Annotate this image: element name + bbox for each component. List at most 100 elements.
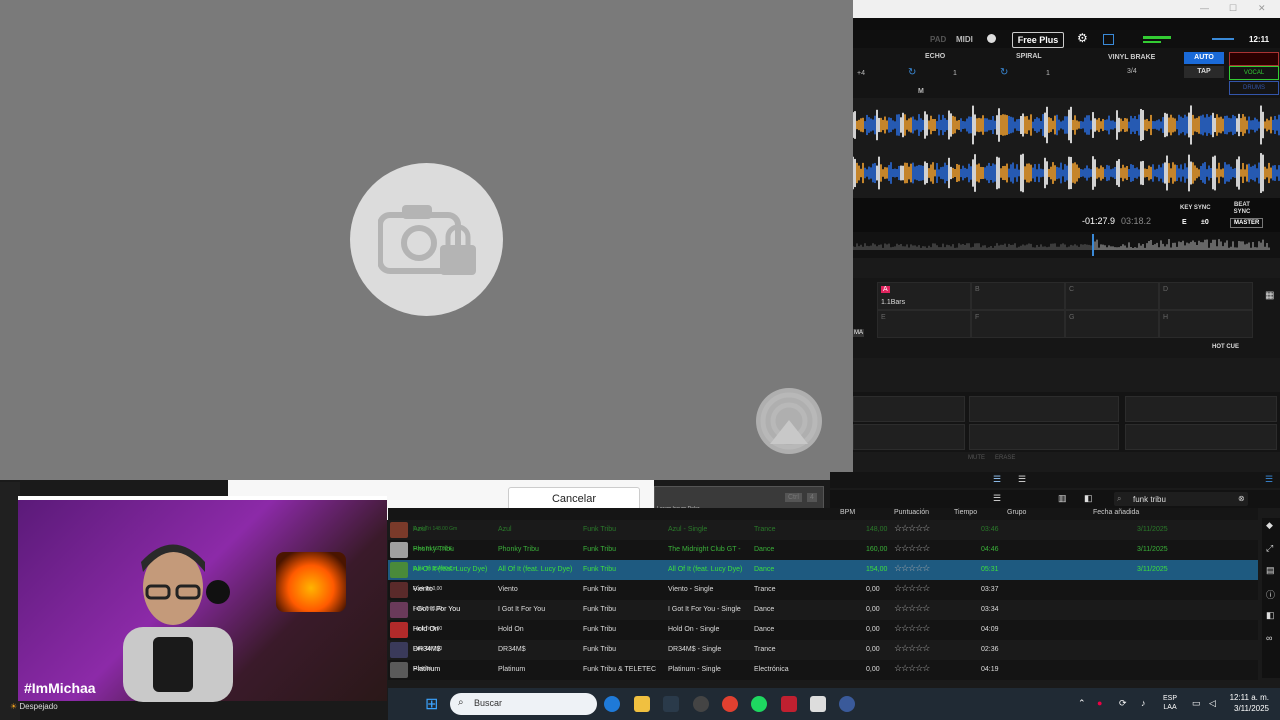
erase-label[interactable]: ERASE (995, 455, 1015, 461)
fx-plus4[interactable]: +4 (857, 70, 865, 77)
hotcue-pad-g[interactable]: G (1065, 310, 1159, 338)
start-icon[interactable]: ⊞ (425, 694, 438, 714)
track-rating[interactable]: ☆☆☆☆☆ (894, 623, 930, 634)
link-icon[interactable]: ∞ (1266, 633, 1272, 643)
hotcue-pad-a[interactable]: A 1.1Bars (877, 282, 971, 310)
vocal-button[interactable]: VOCAL (1229, 66, 1279, 80)
drums-button[interactable]: DRUMS (1229, 81, 1279, 95)
playlist-icon[interactable]: ▤ (1266, 565, 1275, 576)
maximize-icon[interactable]: ☐ (1229, 3, 1237, 14)
record-button[interactable] (1229, 52, 1279, 66)
weather-widget[interactable]: ☀ Despejado (10, 702, 58, 711)
waveform-deck-1[interactable] (853, 102, 1280, 148)
master-button[interactable]: MASTER (1230, 218, 1264, 228)
language-indicator[interactable]: ESP LAA (1163, 694, 1177, 712)
table-row[interactable]: Hold On Funk Tri 0,00 Hold On Funk Tribu Hol… (388, 620, 1258, 640)
col-group[interactable]: Grupo (1007, 509, 1026, 516)
tray-expand-icon[interactable]: ⌃ (1078, 698, 1086, 709)
track-rating[interactable]: ☆☆☆☆☆ (894, 563, 930, 574)
hotcue-pad-c[interactable]: C (1065, 282, 1159, 310)
hotcue-mode-select[interactable]: HOT CUE (1212, 344, 1239, 350)
col-bpm[interactable]: BPM (840, 509, 855, 516)
waveform-deck-2[interactable] (853, 150, 1280, 196)
fx-knob-2-icon[interactable]: ↻ (1000, 67, 1008, 78)
column-view-icon[interactable]: ☰ (993, 493, 1001, 504)
search-input[interactable]: ⌕ funk tribu ⊗ (1114, 492, 1248, 506)
table-row[interactable]: DR34M$ Funk Tri 0,00 DR34M$ Funk Tribu DR34M… (388, 640, 1258, 660)
taskbar-search[interactable]: ⌕ Buscar (450, 693, 597, 715)
fx-echo[interactable]: ECHO (925, 53, 945, 60)
track-rating[interactable]: ☆☆☆☆☆ (894, 603, 930, 614)
close-icon[interactable]: ✕ (1258, 3, 1266, 14)
tag-icon[interactable]: ◆ (1266, 520, 1273, 531)
info-icon[interactable] (987, 34, 996, 43)
spotify-icon[interactable] (751, 696, 767, 712)
grid-icon[interactable]: ▦ (1265, 290, 1274, 301)
minimize-icon[interactable]: — (1200, 3, 1209, 13)
key-sync-label[interactable]: KEY SYNC (1180, 205, 1211, 211)
info-panel-icon[interactable]: ⓘ (1266, 588, 1275, 601)
obs-icon[interactable] (693, 696, 709, 712)
detail-view-icon[interactable]: ☰ (1018, 474, 1026, 485)
pad-mode[interactable]: PAD (930, 35, 946, 44)
panel-icon[interactable]: ◧ (1266, 610, 1275, 621)
col-date-added[interactable]: Fecha añadida (1093, 509, 1139, 516)
unity-icon[interactable] (810, 696, 826, 712)
clear-search-icon[interactable]: ⊗ (1238, 494, 1245, 503)
fx-knob-1-icon[interactable]: ↻ (908, 67, 916, 78)
cast-icon[interactable] (754, 386, 824, 456)
master-volume[interactable] (1212, 38, 1234, 40)
file-explorer-icon[interactable] (634, 696, 650, 712)
table-row[interactable]: Phonky Tribu Funk Tri 160.00 E Phonky Trib… (388, 540, 1258, 560)
tray-sync-icon[interactable]: ⟳ (1119, 698, 1127, 709)
app-red-icon[interactable] (781, 696, 797, 712)
track-rating[interactable]: ☆☆☆☆☆ (894, 643, 930, 654)
fx-spiral[interactable]: SPIRAL (1016, 53, 1042, 60)
fx-m-label[interactable]: M (918, 88, 924, 95)
hotcue-pad-d[interactable]: D (1159, 282, 1253, 310)
track-rating[interactable]: ☆☆☆☆☆ (894, 543, 930, 554)
network-icon[interactable]: ▭ (1192, 698, 1201, 709)
hotcue-pad-f[interactable]: F (971, 310, 1065, 338)
microphone-icon[interactable]: ♪ (1141, 698, 1146, 708)
taskbar-clock[interactable]: 12:11 a. m. 3/11/2025 (1227, 692, 1269, 714)
sampler-slot-6[interactable] (1125, 424, 1277, 450)
track-rating[interactable]: ☆☆☆☆☆ (894, 663, 930, 674)
hotcue-pad-e[interactable]: E (877, 310, 971, 338)
col-rating[interactable]: Puntuación (894, 509, 929, 516)
sampler-slot-4[interactable] (853, 424, 965, 450)
track-overview[interactable] (853, 232, 1280, 258)
hotcue-pad-h[interactable]: H (1159, 310, 1253, 338)
volume-icon[interactable]: ◁ (1209, 698, 1216, 709)
sampler-slot-3[interactable] (1125, 396, 1277, 422)
table-row[interactable]: Viento Funk Tri 0,00 Viento Funk Tribu Vient… (388, 580, 1258, 600)
steam-icon[interactable] (663, 696, 679, 712)
mute-label[interactable]: MUTE (968, 455, 985, 461)
plan-button[interactable]: Free Plus (1012, 32, 1064, 48)
col-time[interactable]: Tiempo (954, 509, 977, 516)
sampler-slot-5[interactable] (969, 424, 1119, 450)
list-view-icon[interactable]: ☰ (993, 474, 1001, 485)
table-row[interactable]: Azul Funk Tri 148.00 Gm Azul Funk Tribu Azul… (388, 520, 1258, 540)
table-row[interactable]: Platinum Funk Tri Platinum Funk Tribu & TEL… (388, 660, 1258, 680)
tap-button[interactable]: TAP (1184, 66, 1224, 78)
auto-button[interactable]: AUTO (1184, 52, 1224, 64)
hotcue-pad-b[interactable]: B (971, 282, 1065, 310)
browser-toggle-icon[interactable]: ☰ (1265, 474, 1273, 485)
fx-vinyl-brake[interactable]: VINYL BRAKE (1108, 54, 1155, 61)
expand-icon[interactable]: ⤢ (1266, 543, 1273, 554)
sampler-slot-2[interactable] (969, 396, 1119, 422)
track-rating[interactable]: ☆☆☆☆☆ (894, 523, 930, 534)
split-view-icon[interactable]: ◧ (1084, 493, 1093, 504)
track-rating[interactable]: ☆☆☆☆☆ (894, 583, 930, 594)
display-icon[interactable] (1103, 34, 1114, 45)
table-row[interactable]: I Got It For You Funk Tri 0,00 I Got It Fo… (388, 600, 1258, 620)
tray-app-icon[interactable]: ● (1097, 698, 1102, 708)
edge-icon[interactable] (604, 696, 620, 712)
sampler-slot-1[interactable] (853, 396, 965, 422)
djay-icon[interactable] (839, 696, 855, 712)
chrome-icon[interactable] (722, 696, 738, 712)
artwork-view-icon[interactable]: ▥ (1058, 493, 1067, 504)
settings-icon[interactable]: ⚙ (1077, 31, 1088, 45)
beat-sync-label[interactable]: BEAT SYNC (1233, 202, 1251, 216)
